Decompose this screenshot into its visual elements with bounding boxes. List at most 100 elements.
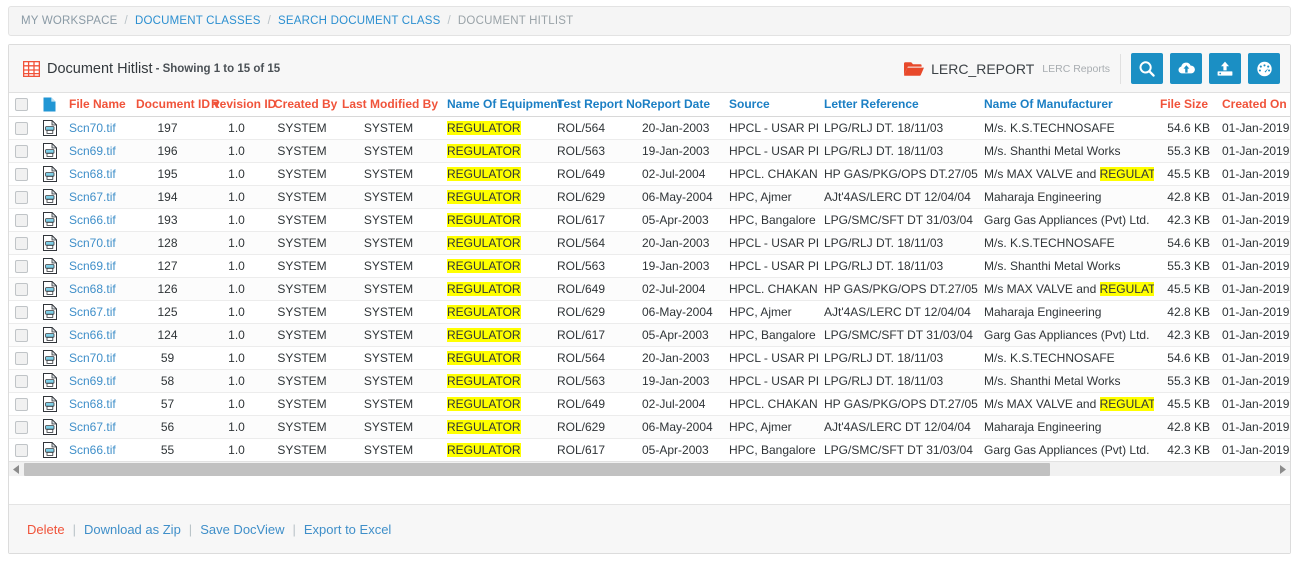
upload-icon [1216, 60, 1234, 78]
scroll-right-arrow-icon[interactable] [1275, 462, 1290, 477]
file-name-link[interactable]: Scn66.tif [69, 328, 116, 342]
file-name-link[interactable]: Scn68.tif [69, 282, 116, 296]
row-checkbox[interactable] [15, 328, 28, 342]
table-row[interactable]: Scn67.tif 194 1.0 SYSTEM SYSTEM REGULATOR ROL/… [9, 185, 1290, 209]
scroll-left-arrow-icon[interactable] [9, 462, 24, 477]
select-all-checkbox[interactable] [15, 98, 28, 112]
column-header-letter-reference[interactable]: Letter Reference [818, 93, 978, 117]
document-icon[interactable] [43, 257, 58, 274]
table-row[interactable]: Scn70.tif 197 1.0 SYSTEM SYSTEM REGULATOR ROL/… [9, 116, 1290, 140]
row-checkbox[interactable] [15, 420, 28, 434]
dashboard-button[interactable] [1248, 53, 1280, 84]
search-button[interactable] [1131, 53, 1163, 84]
table-row[interactable]: Scn68.tif 57 1.0 SYSTEM SYSTEM REGULATOR ROL/6… [9, 392, 1290, 416]
breadcrumb-item-document-classes[interactable]: DOCUMENT CLASSES [135, 15, 261, 27]
row-checkbox[interactable] [15, 397, 28, 411]
cell-test-report-no: ROL/629 [551, 300, 636, 324]
cell-file-name: Scn66.tif [63, 438, 130, 461]
column-header-file-size[interactable]: File Size [1154, 93, 1216, 117]
cell-document-id: 194 [130, 185, 205, 209]
column-header-document-id[interactable]: Document ID ▾ [130, 93, 219, 117]
cloud-upload-button[interactable] [1170, 53, 1202, 84]
file-name-link[interactable]: Scn69.tif [69, 374, 116, 388]
file-name-link[interactable]: Scn67.tif [69, 190, 116, 204]
file-name-link[interactable]: Scn68.tif [69, 397, 116, 411]
table-row[interactable]: Scn68.tif 195 1.0 SYSTEM SYSTEM REGULATOR ROL/… [9, 162, 1290, 186]
row-checkbox[interactable] [15, 167, 28, 181]
file-name-link[interactable]: Scn70.tif [69, 351, 116, 365]
document-icon[interactable] [43, 372, 58, 389]
scrollbar-track[interactable] [24, 462, 1275, 477]
cell-revision-id: 1.0 [205, 162, 268, 186]
document-icon[interactable] [43, 395, 58, 412]
document-icon[interactable] [43, 165, 58, 182]
save-docview-link[interactable]: Save DocView [200, 522, 284, 537]
column-header-created-by[interactable]: Created By [268, 93, 337, 117]
row-checkbox[interactable] [15, 144, 28, 158]
table-row[interactable]: Scn66.tif 55 1.0 SYSTEM SYSTEM REGULATOR ROL/6… [9, 438, 1290, 461]
column-header-revision-id[interactable]: Revision ID [205, 93, 276, 117]
file-name-link[interactable]: Scn69.tif [69, 144, 116, 158]
file-name-link[interactable]: Scn69.tif [69, 259, 116, 273]
file-name-link[interactable]: Scn68.tif [69, 167, 116, 181]
document-icon[interactable] [43, 119, 58, 136]
file-name-link[interactable]: Scn67.tif [69, 420, 116, 434]
row-select-cell [9, 346, 37, 370]
column-header-report-date[interactable]: Report Date [636, 93, 723, 117]
row-checkbox[interactable] [15, 190, 28, 204]
row-checkbox[interactable] [15, 259, 28, 273]
upload-button[interactable] [1209, 53, 1241, 84]
scrollbar-thumb[interactable] [24, 462, 1050, 476]
table-row[interactable]: Scn69.tif 196 1.0 SYSTEM SYSTEM REGULATOR ROL/… [9, 139, 1290, 163]
row-checkbox[interactable] [15, 282, 28, 296]
download-as-zip-link[interactable]: Download as Zip [84, 522, 181, 537]
horizontal-scrollbar[interactable] [9, 461, 1290, 476]
cell-created-by: SYSTEM [268, 323, 336, 347]
column-header-file-name[interactable]: File Name [63, 93, 130, 117]
delete-link[interactable]: Delete [27, 522, 65, 537]
table-row[interactable]: Scn70.tif 128 1.0 SYSTEM SYSTEM REGULATOR ROL/… [9, 231, 1290, 255]
document-icon[interactable] [43, 441, 58, 458]
column-header-test-report-no[interactable]: Test Report No [551, 93, 642, 117]
file-name-link[interactable]: Scn70.tif [69, 236, 116, 250]
column-header-source[interactable]: Source [723, 93, 818, 117]
document-icon[interactable] [43, 211, 58, 228]
row-checkbox[interactable] [15, 351, 28, 365]
row-checkbox[interactable] [15, 213, 28, 227]
column-header-name-of-equipment[interactable]: Name Of Equipment [441, 93, 562, 117]
breadcrumb-item-my-workspace[interactable]: MY WORKSPACE [21, 15, 118, 27]
document-icon[interactable] [43, 142, 58, 159]
row-checkbox[interactable] [15, 121, 28, 135]
breadcrumb: MY WORKSPACE / DOCUMENT CLASSES / SEARCH… [8, 6, 1291, 36]
table-row[interactable]: Scn67.tif 125 1.0 SYSTEM SYSTEM REGULATOR ROL/… [9, 300, 1290, 324]
column-header-name-of-manufacturer[interactable]: Name Of Manufacturer [978, 93, 1154, 117]
table-row[interactable]: Scn69.tif 127 1.0 SYSTEM SYSTEM REGULATOR ROL/… [9, 254, 1290, 278]
column-header-created-on[interactable]: Created On [1216, 93, 1290, 117]
breadcrumb-item-search-document-class[interactable]: SEARCH DOCUMENT CLASS [278, 15, 440, 27]
document-icon[interactable] [43, 418, 58, 435]
table-row[interactable]: Scn68.tif 126 1.0 SYSTEM SYSTEM REGULATOR ROL/… [9, 277, 1290, 301]
table-row[interactable]: Scn67.tif 56 1.0 SYSTEM SYSTEM REGULATOR ROL/6… [9, 415, 1290, 439]
row-checkbox[interactable] [15, 236, 28, 250]
row-checkbox[interactable] [15, 305, 28, 319]
document-icon[interactable] [43, 188, 58, 205]
file-name-link[interactable]: Scn67.tif [69, 305, 116, 319]
document-icon[interactable] [43, 234, 58, 251]
cell-created-on: 01-Jan-2019 11: [1216, 438, 1290, 461]
document-icon[interactable] [43, 349, 58, 366]
document-icon[interactable] [43, 303, 58, 320]
table-row[interactable]: Scn70.tif 59 1.0 SYSTEM SYSTEM REGULATOR ROL/5… [9, 346, 1290, 370]
document-icon[interactable] [43, 280, 58, 297]
export-to-excel-link[interactable]: Export to Excel [304, 522, 391, 537]
file-name-link[interactable]: Scn66.tif [69, 443, 116, 457]
document-icon[interactable] [43, 326, 58, 343]
row-checkbox[interactable] [15, 443, 28, 457]
hitlist-table-scroll-area[interactable]: File Name Document ID ▾ Revision ID Crea… [9, 93, 1290, 461]
table-row[interactable]: Scn69.tif 58 1.0 SYSTEM SYSTEM REGULATOR ROL/5… [9, 369, 1290, 393]
file-name-link[interactable]: Scn66.tif [69, 213, 116, 227]
row-checkbox[interactable] [15, 374, 28, 388]
file-name-link[interactable]: Scn70.tif [69, 121, 116, 135]
table-row[interactable]: Scn66.tif 193 1.0 SYSTEM SYSTEM REGULATOR ROL/… [9, 208, 1290, 232]
column-header-last-modified-by[interactable]: Last Modified By [336, 93, 441, 117]
table-row[interactable]: Scn66.tif 124 1.0 SYSTEM SYSTEM REGULATOR ROL/… [9, 323, 1290, 347]
